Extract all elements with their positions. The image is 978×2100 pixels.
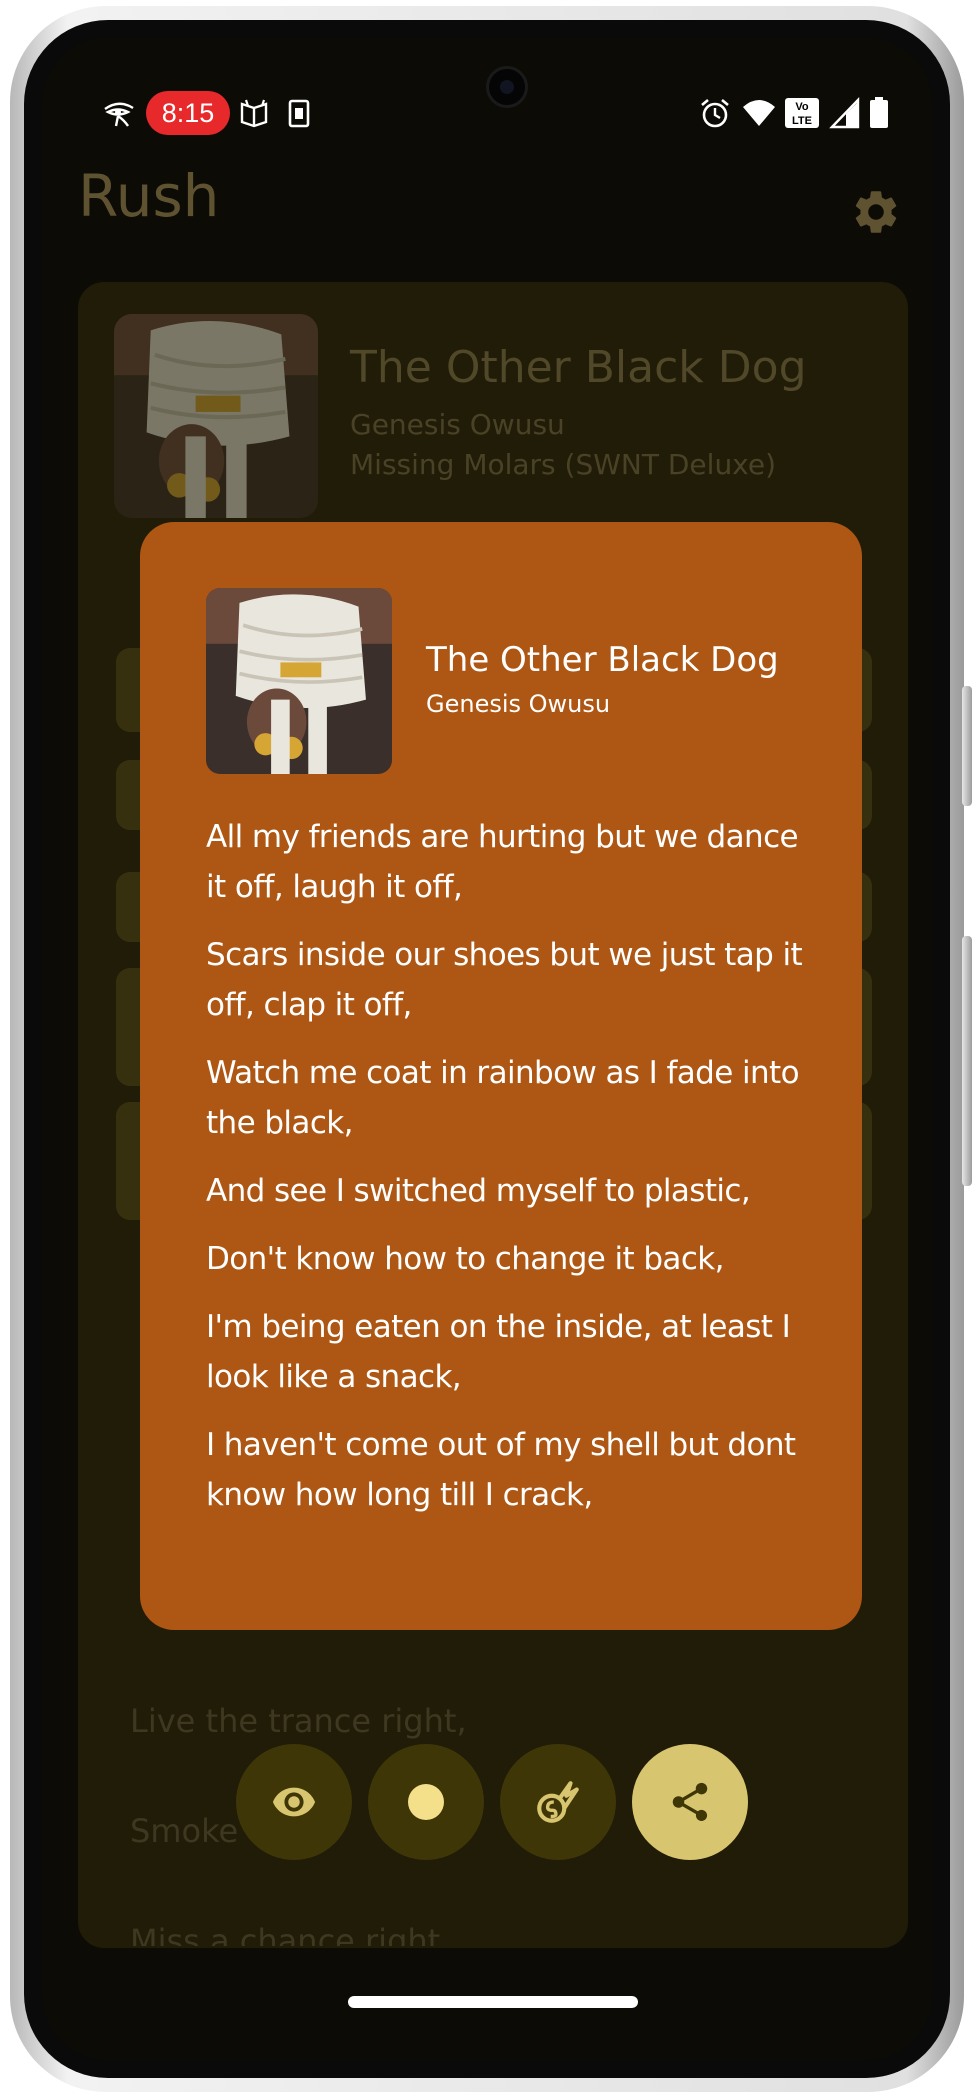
lyric-line: Watch me coat in rainbow as I fade into …	[206, 1055, 800, 1141]
song-title: The Other Black Dog	[350, 342, 807, 393]
book-icon	[238, 96, 272, 130]
share-button[interactable]	[632, 1744, 748, 1860]
alarm-icon	[698, 96, 732, 130]
side-button	[962, 686, 972, 806]
lyric-line[interactable]: Miss a chance right	[130, 1922, 440, 1946]
lyric-line: All my friends are hurting but we dance …	[206, 819, 799, 905]
battery-icon	[868, 96, 890, 130]
gear-icon	[855, 191, 897, 233]
phone-bezel: 8:15 Vo LTE Rush The Other Black Dog Gen…	[24, 20, 950, 2078]
lyric-line: Scars inside our shoes but we just tap i…	[206, 937, 803, 1023]
wifi-icon	[742, 96, 776, 130]
svg-text:LTE: LTE	[792, 115, 812, 127]
sim-icon	[282, 96, 316, 130]
lyric-line: I haven't come out of my shell but dont …	[206, 1427, 796, 1513]
song-artist: Genesis Owusu	[350, 408, 565, 441]
screen: 8:15 Vo LTE Rush The Other Black Dog Gen…	[42, 38, 932, 2060]
eye-of-horus-icon	[102, 96, 136, 130]
share-song-artist: Genesis Owusu	[426, 690, 611, 718]
eye-icon	[272, 1787, 316, 1817]
status-time: 8:15	[146, 91, 230, 135]
home-indicator[interactable]	[348, 1996, 638, 2008]
front-camera	[486, 66, 528, 108]
app-title: Rush	[78, 162, 220, 230]
share-lyrics: All my friends are hurting but we dance …	[206, 812, 816, 1538]
volte-icon: Vo LTE	[784, 96, 820, 130]
album-art	[114, 314, 318, 518]
lyric-line: Don't know how to change it back,	[206, 1241, 724, 1277]
album-art	[206, 588, 392, 774]
lyric-line: And see I switched myself to plastic,	[206, 1173, 751, 1209]
meteor-icon	[537, 1781, 579, 1823]
eye-button[interactable]	[236, 1744, 352, 1860]
settings-button[interactable]	[850, 186, 902, 238]
share-song-title: The Other Black Dog	[426, 640, 779, 680]
volume-button	[962, 936, 972, 1186]
song-album: Missing Molars (SWNT Deluxe)	[350, 448, 777, 481]
signal-icon	[828, 96, 862, 130]
dot-icon	[408, 1784, 444, 1820]
lyric-line[interactable]: Live the trance right,	[130, 1702, 467, 1740]
meteor-button[interactable]	[500, 1744, 616, 1860]
svg-text:Vo: Vo	[795, 101, 809, 113]
lyric-line: I'm being eaten on the inside, at least …	[206, 1309, 791, 1395]
lyrics-share-card: The Other Black Dog Genesis Owusu All my…	[140, 522, 862, 1630]
phone-frame: 8:15 Vo LTE Rush The Other Black Dog Gen…	[10, 6, 972, 2092]
color-button[interactable]	[368, 1744, 484, 1860]
share-icon	[672, 1782, 708, 1822]
lyric-line[interactable]: Smoke	[130, 1812, 238, 1850]
